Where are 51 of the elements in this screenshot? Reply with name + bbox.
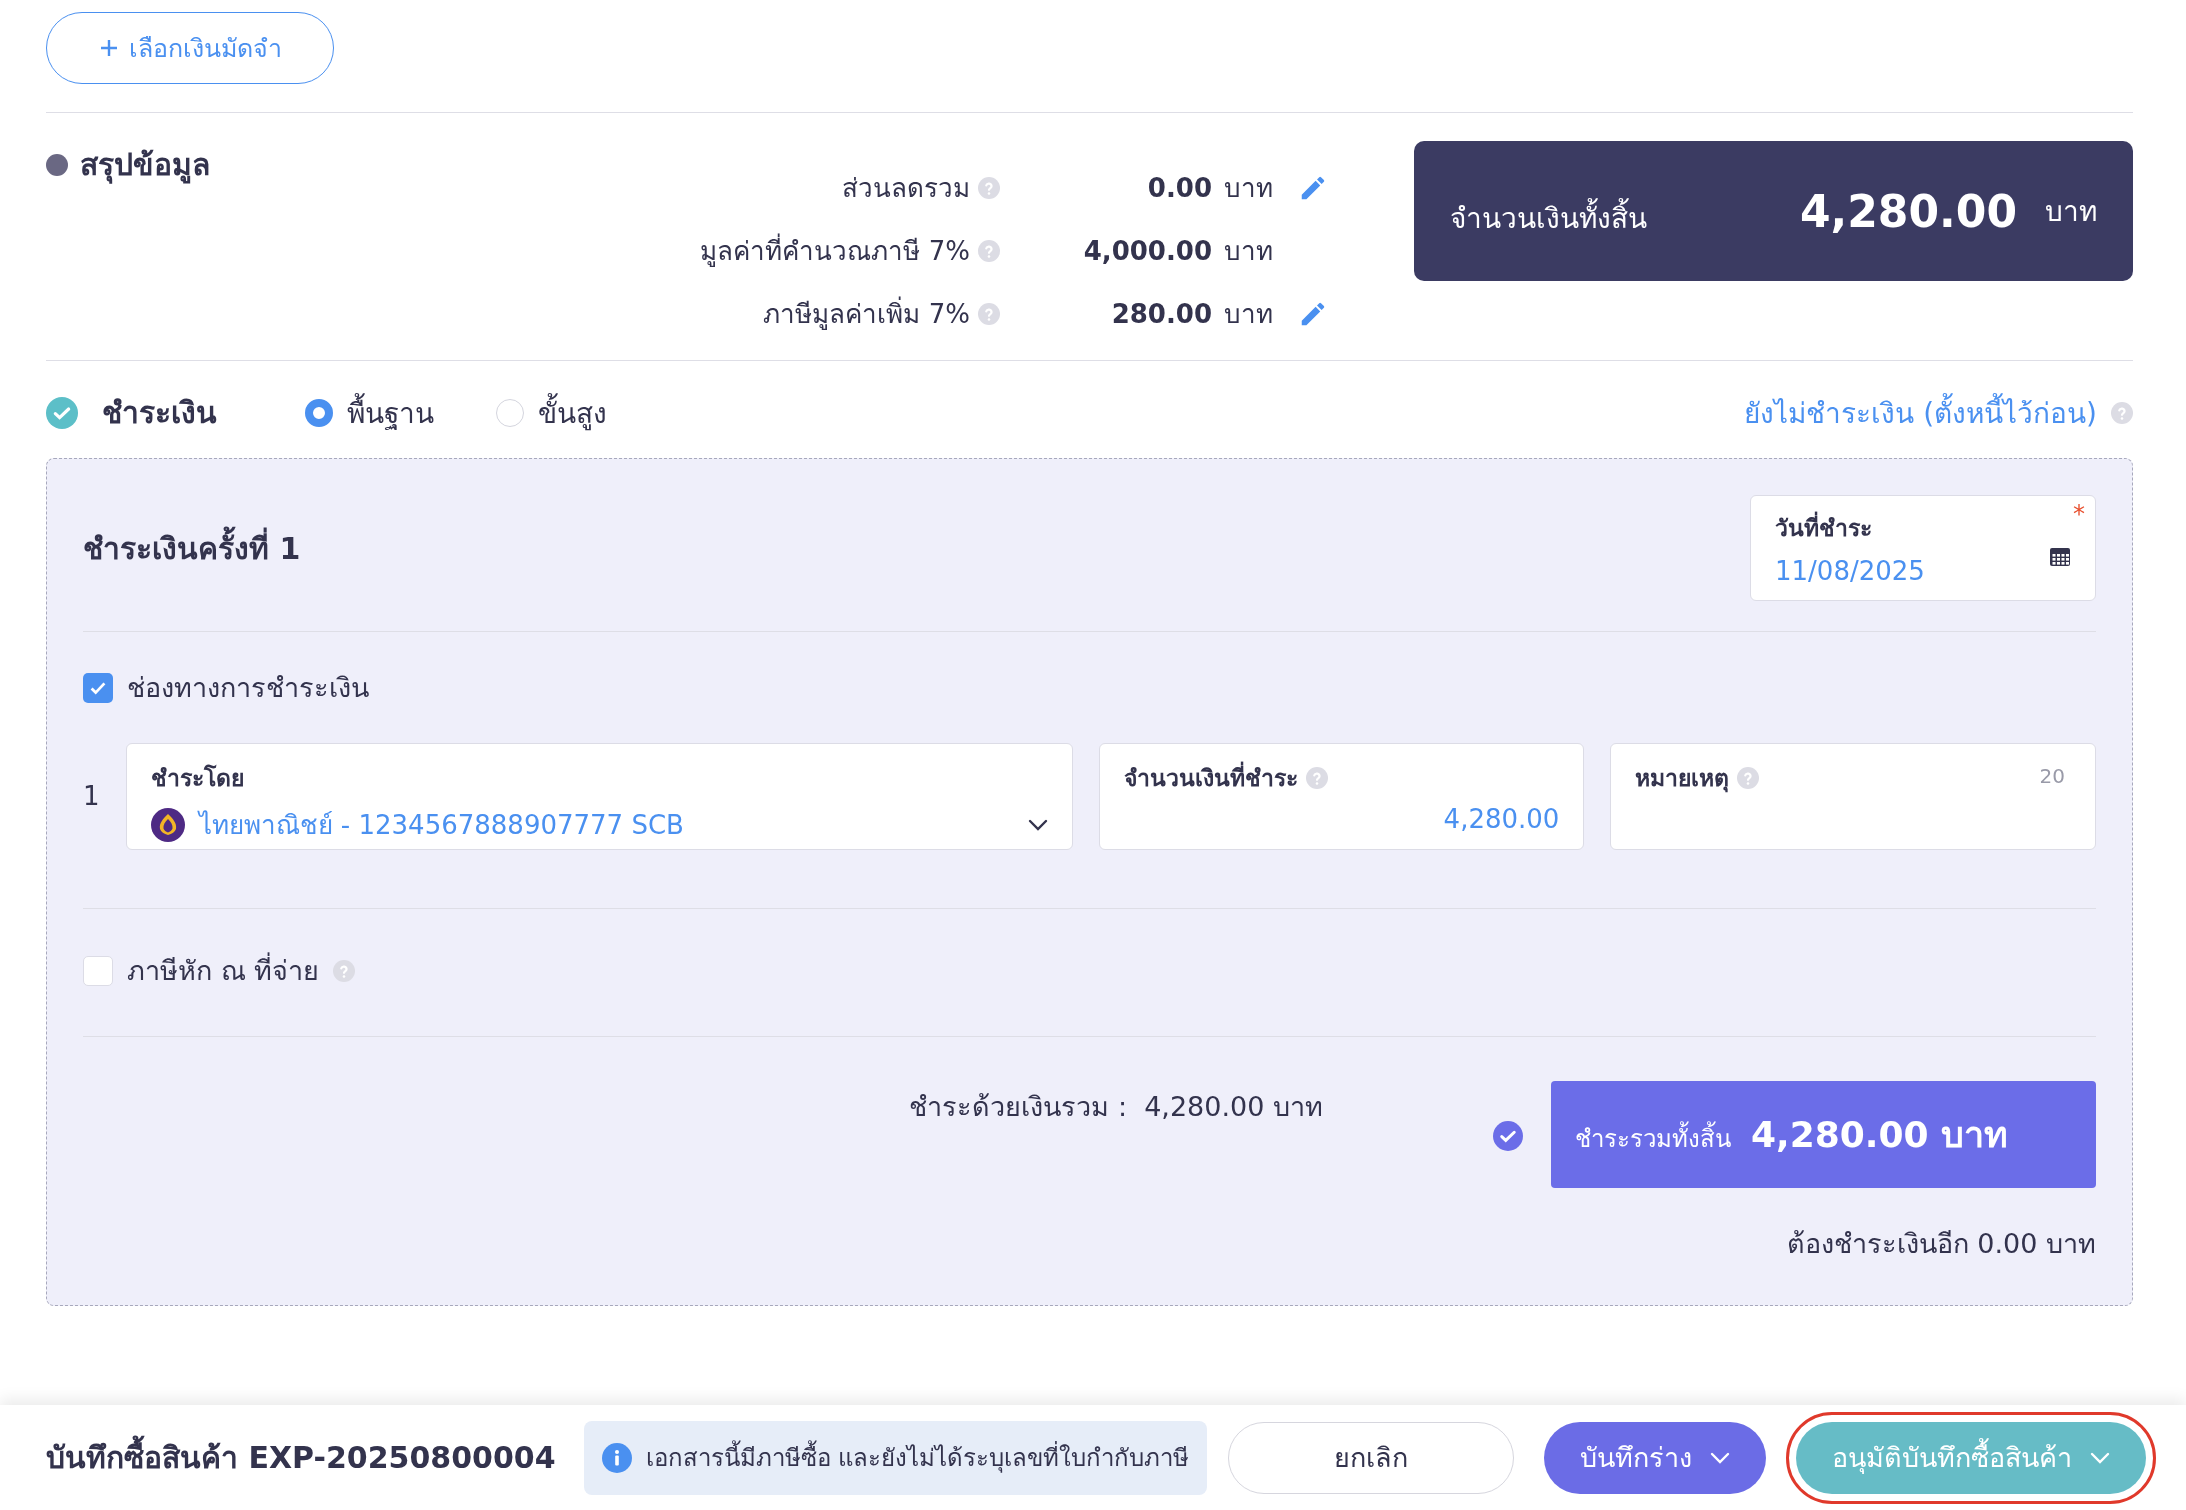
bank-logo-icon (150, 807, 185, 842)
grand-total-value: 4,280.00 (1799, 185, 2017, 237)
summary-value: 280.00 (1110, 298, 1212, 329)
notice-text: เอกสารนี้มีภาษีซื้อ และยังไม่ได้ระบุเลขที่ใบกำกับภาษี (645, 1438, 1190, 1477)
checkbox-label: ช่องทางการชำระเงิน (127, 671, 369, 705)
payment-method-select[interactable]: ชำระโดย ไทยพาณิชย์ - 1234567888907777 SCB (125, 743, 1073, 850)
help-icon (978, 176, 1000, 199)
row-number: 1 (83, 779, 100, 813)
radio-label: พื้นฐาน (347, 390, 434, 435)
note-field[interactable]: หมายเหตุ 20 (1610, 743, 2096, 850)
installment-title: ชำระเงินครั้งที่ 1 (83, 524, 301, 572)
document-title: บันทึกซื้อสินค้า EXP-20250800004 (46, 1434, 556, 1481)
summary-label: ภาษีมูลค่าเพิ่ม 7% (763, 293, 970, 334)
currency-unit: บาท (1224, 172, 1274, 205)
required-mark: * (2073, 500, 2085, 528)
checkbox[interactable] (83, 955, 113, 986)
payment-total-value: 4,280.00 บาท (1751, 1113, 2009, 1157)
caret-icon (2090, 1451, 2110, 1464)
grand-total-label: จำนวนเงินทั้งสิ้น (1450, 196, 1647, 240)
cancel-button[interactable]: ยกเลิก (1228, 1421, 1514, 1494)
currency-unit: บาท (2045, 194, 2097, 230)
section-title: ชำระเงิน (102, 394, 217, 432)
currency-unit: บาท (1224, 298, 1274, 331)
checkbox-label: ภาษีหัก ณ ที่จ่าย (127, 949, 320, 992)
summary-value: 4,000.00 (1082, 235, 1212, 266)
amount-field[interactable]: จำนวนเงินที่ชำระ 4,280.00 (1098, 743, 1585, 850)
caret-icon (1027, 818, 1048, 831)
bullet-icon (46, 153, 68, 176)
help-icon (978, 239, 1000, 262)
currency-unit: บาท (1224, 235, 1274, 268)
remaining-text: ต้องชำระเงินอีก 0.00 บาท (1786, 1228, 2096, 1259)
paid-total-text: ชำระด้วยเงินรวม : 4,280.00 บาท (909, 1090, 1323, 1124)
date-field[interactable]: วันที่ชำระ 11/08/2025 * (1750, 495, 2096, 601)
checkbox[interactable] (83, 672, 113, 703)
radio-label: ขั้นสูง (538, 390, 607, 435)
summary-label: ส่วนลดรวม (842, 172, 970, 205)
help-icon (2111, 401, 2133, 424)
help-icon (333, 959, 356, 982)
caret-icon (1710, 1451, 1730, 1464)
help-icon (978, 302, 1000, 325)
info-icon (601, 1442, 632, 1473)
summary-label: มูลค่าที่คำนวณภาษี 7% (700, 230, 970, 271)
radio-button[interactable] (305, 398, 333, 427)
help-icon (1305, 767, 1328, 789)
plus-icon (98, 38, 119, 58)
payment-total-label: ชำระรวมทั้งสิ้น (1575, 1119, 1731, 1158)
help-icon (1737, 767, 1760, 789)
calendar-icon (2049, 545, 2071, 567)
save-draft-button[interactable]: บันทึกร่าง (1544, 1421, 1766, 1494)
section-title: สรุปข้อมูล (80, 146, 210, 186)
summary-value: 0.00 (1146, 172, 1212, 203)
